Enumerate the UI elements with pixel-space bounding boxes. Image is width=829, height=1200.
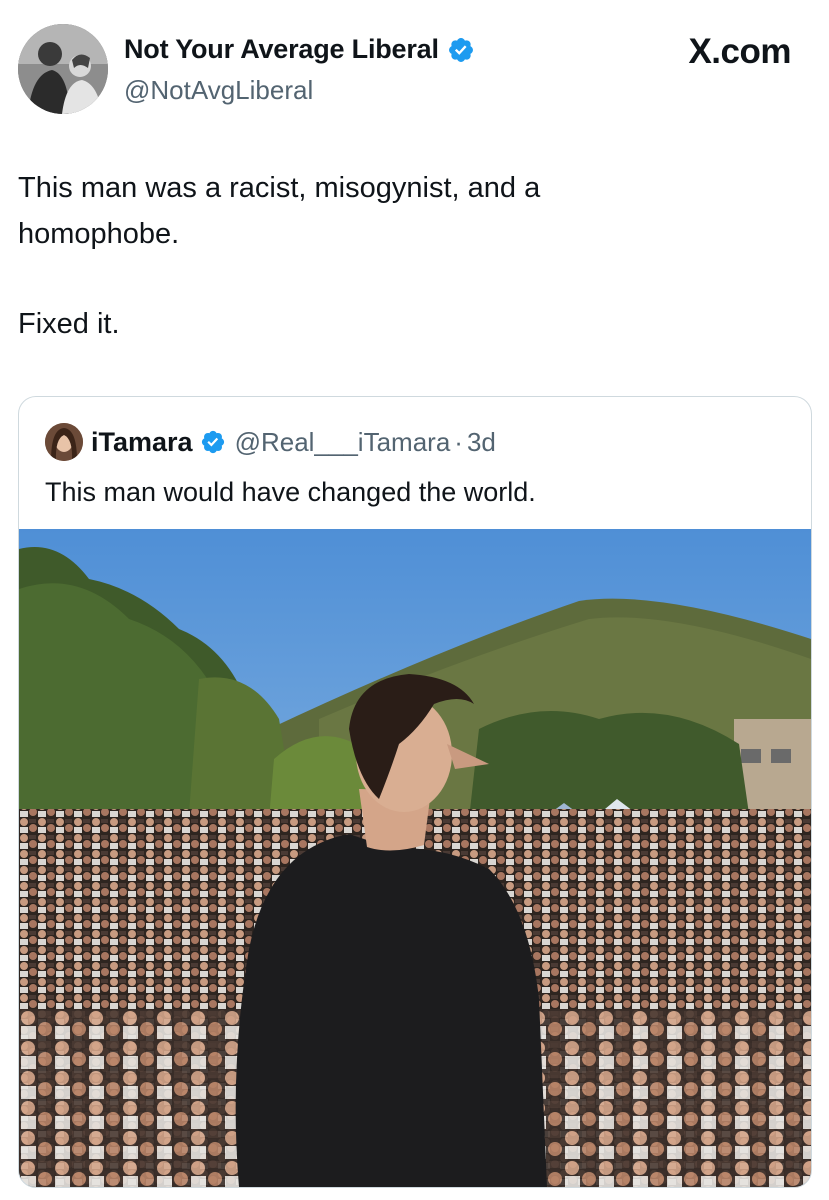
author-name-row: Not Your Average Liberal (124, 34, 475, 65)
quoted-author-handle[interactable]: @Real___iTamara (235, 427, 451, 458)
author-display-name[interactable]: Not Your Average Liberal (124, 34, 439, 65)
quoted-author-display-name[interactable]: iTamara (91, 427, 193, 458)
author-avatar-photo (18, 24, 108, 114)
separator-dot: · (454, 426, 463, 457)
post-text-line: homophobe. (18, 218, 180, 250)
site-label: X.com (688, 32, 791, 71)
post-text: This man was a racist, misogynist, and a… (18, 165, 798, 347)
post-text-line: This man was a racist, misogynist, and a (18, 172, 541, 204)
post-text-line: Fixed it. (18, 308, 120, 340)
author-avatar[interactable] (18, 24, 108, 114)
author-handle[interactable]: @NotAvgLiberal (124, 75, 313, 106)
verified-badge-icon (448, 37, 473, 62)
post-header: Not Your Average Liberal @NotAvgLiberal … (0, 0, 829, 130)
quoted-author-avatar-photo (45, 423, 83, 461)
quoted-author-avatar[interactable] (45, 423, 83, 461)
quoted-post-text: This man would have changed the world. (45, 477, 536, 507)
quoted-post-image[interactable] (19, 529, 811, 1187)
quoted-post-card[interactable]: iTamara @Real___iTamara · 3d This man wo… (18, 396, 812, 1188)
quoted-post-header: iTamara @Real___iTamara · 3d (45, 423, 496, 461)
crowd-photo (19, 529, 811, 1187)
quoted-post-timestamp[interactable]: 3d (467, 427, 496, 458)
verified-badge-icon (201, 430, 224, 454)
